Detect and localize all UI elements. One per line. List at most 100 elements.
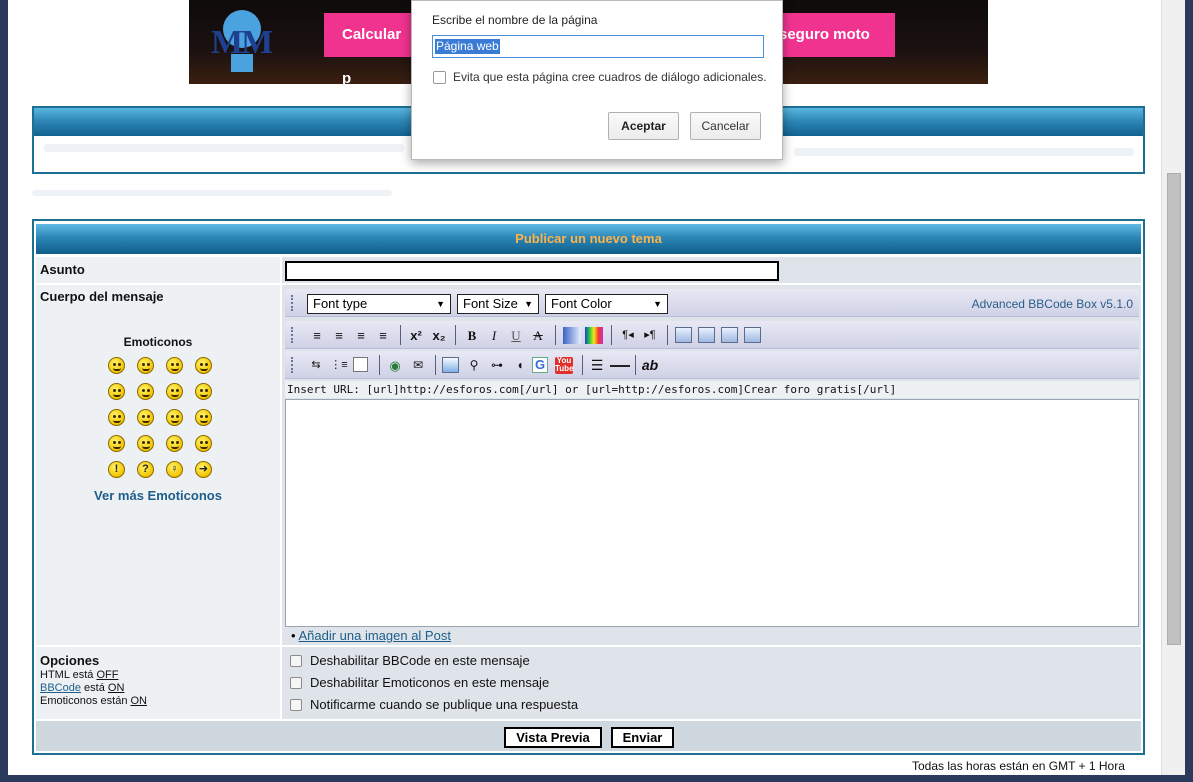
emoticon-idea-icon[interactable]: ♀ bbox=[166, 461, 183, 478]
italic-icon[interactable]: I bbox=[485, 327, 503, 344]
suppress-dialogs-checkbox[interactable] bbox=[433, 71, 446, 84]
gradient-icon[interactable] bbox=[563, 327, 581, 344]
form-title: Publicar un nuevo tema bbox=[36, 224, 1141, 254]
toolbar-grip bbox=[291, 295, 293, 311]
emoticon-arrow-icon[interactable]: ➜ bbox=[195, 461, 212, 478]
emoticon-confused-icon[interactable] bbox=[108, 383, 125, 400]
options-label-cell: Opciones HTML está OFF BBCode está ON Em… bbox=[36, 647, 280, 719]
align-right-icon[interactable]: ≡ bbox=[330, 327, 348, 344]
ltr-icon[interactable]: ¶◂ bbox=[619, 327, 637, 344]
bullet-list-icon[interactable]: ☰ bbox=[588, 357, 606, 374]
subscript-icon[interactable]: x₂ bbox=[430, 327, 448, 344]
emoticon-razz-icon[interactable] bbox=[137, 409, 154, 426]
add-image-link[interactable]: Añadir una imagen al Post bbox=[298, 628, 450, 643]
prompt-dialog: Escribe el nombre de la página Página we… bbox=[411, 0, 783, 160]
body-label: Cuerpo del mensaje bbox=[40, 289, 164, 304]
flash-icon[interactable]: ⚲ bbox=[465, 357, 483, 374]
emoticon-shock-icon[interactable] bbox=[166, 409, 183, 426]
emoticon-twisted-icon[interactable] bbox=[137, 435, 154, 452]
subject-label-cell: Asunto bbox=[36, 257, 280, 283]
align-left-icon[interactable]: ≡ bbox=[374, 327, 392, 344]
spellcheck-icon[interactable]: ab bbox=[641, 357, 659, 374]
emoticon-sad-icon[interactable] bbox=[166, 357, 183, 374]
message-textarea[interactable] bbox=[285, 399, 1139, 627]
horizontal-rule-icon[interactable] bbox=[610, 365, 630, 367]
emoticon-mad-icon[interactable] bbox=[108, 409, 125, 426]
strike-icon[interactable]: A bbox=[529, 327, 547, 344]
options-field-cell: Deshabilitar BBCode en este mensaje Desh… bbox=[282, 647, 1141, 719]
scrollbar-thumb[interactable] bbox=[1167, 173, 1181, 645]
emoticon-neutral-icon[interactable] bbox=[137, 383, 154, 400]
bbcode-status: está bbox=[80, 682, 105, 694]
web-link-icon[interactable]: ◉ bbox=[386, 357, 404, 374]
editor-toolbar-fonts: Font type ▼ Font Size ▼ Font Color ▼ Advanc… bbox=[285, 289, 1139, 317]
youtube-icon[interactable]: You Tube bbox=[555, 357, 574, 374]
email-icon[interactable]: ✉ bbox=[409, 357, 427, 374]
superscript-icon[interactable]: x² bbox=[407, 327, 425, 344]
font-color-select[interactable]: Font Color ▼ bbox=[545, 294, 668, 314]
blurred-text bbox=[32, 190, 392, 196]
emoticon-cool-icon[interactable] bbox=[166, 383, 183, 400]
toolbar-grip bbox=[291, 327, 293, 343]
submit-bar: Vista Previa Enviar bbox=[36, 721, 1141, 751]
bold-icon[interactable]: B bbox=[463, 327, 481, 344]
upload-icon[interactable] bbox=[675, 327, 692, 343]
html-status: HTML está bbox=[40, 669, 94, 681]
options-status: HTML está OFF BBCode está ON Emoticonos … bbox=[40, 669, 147, 708]
bbcode-link[interactable]: BBCode bbox=[40, 682, 81, 694]
page-name-input[interactable]: Página web bbox=[432, 35, 764, 58]
font-size-select[interactable]: Font Size ▼ bbox=[457, 294, 539, 314]
align-justify-icon[interactable]: ≡ bbox=[308, 327, 326, 344]
upload-image-icon[interactable] bbox=[721, 327, 738, 343]
audio-icon[interactable]: ◖ bbox=[511, 357, 529, 374]
table-icon[interactable] bbox=[353, 357, 368, 372]
quote-icon[interactable]: ⇆ bbox=[307, 357, 325, 374]
subject-input[interactable] bbox=[285, 261, 779, 281]
disable-emoticons-checkbox[interactable] bbox=[290, 677, 302, 689]
emoticon-wink-icon[interactable] bbox=[195, 435, 212, 452]
add-image-row: • Añadir una imagen al Post bbox=[285, 628, 1139, 644]
rtl-icon[interactable]: ▸¶ bbox=[641, 327, 659, 344]
notify-checkbox[interactable] bbox=[290, 699, 302, 711]
align-center-icon[interactable]: ≡ bbox=[352, 327, 370, 344]
emoticons-status-value: ON bbox=[130, 695, 148, 707]
emoticon-worried-icon[interactable] bbox=[195, 409, 212, 426]
new-topic-form: Publicar un nuevo tema Asunto Cuerpo del… bbox=[32, 219, 1145, 755]
image-icon[interactable] bbox=[442, 357, 459, 373]
emoticon-exclaim-icon[interactable]: ! bbox=[108, 461, 125, 478]
code-icon[interactable]: ⋮≡ bbox=[330, 357, 348, 374]
bbcode-box-version: Advanced BBCode Box v5.1.0 bbox=[971, 297, 1133, 311]
video-icon[interactable]: ⊶ bbox=[488, 357, 506, 374]
page-scrollbar[interactable] bbox=[1161, 0, 1185, 775]
browser-viewport: MM Calcular p seguro moto Publicar un nu… bbox=[8, 0, 1185, 775]
ad-cta-calculate[interactable]: Calcular p bbox=[324, 13, 414, 87]
mm-logo: MM bbox=[209, 10, 273, 72]
cancel-button[interactable]: Cancelar bbox=[690, 112, 761, 140]
preview-button[interactable]: Vista Previa bbox=[504, 727, 602, 748]
emoticon-surprised-icon[interactable] bbox=[195, 357, 212, 374]
emoticon-smile-icon[interactable] bbox=[137, 357, 154, 374]
upload-file-icon[interactable] bbox=[698, 327, 715, 343]
suppress-dialogs-label[interactable]: Evita que esta página cree cuadros de di… bbox=[453, 70, 767, 84]
blurred-text bbox=[44, 144, 404, 152]
emoticon-evil-icon[interactable] bbox=[108, 435, 125, 452]
upload-media-icon[interactable] bbox=[744, 327, 761, 343]
font-type-select[interactable]: Font type ▼ bbox=[307, 294, 451, 314]
emoticon-question-icon[interactable]: ? bbox=[137, 461, 154, 478]
emoticon-rolleyes-icon[interactable] bbox=[166, 435, 183, 452]
html-status-value: OFF bbox=[96, 669, 119, 681]
disable-bbcode-checkbox[interactable] bbox=[290, 655, 302, 667]
accept-button[interactable]: Aceptar bbox=[608, 112, 679, 140]
underline-icon[interactable]: U bbox=[507, 327, 525, 344]
blurred-text bbox=[794, 148, 1134, 156]
more-emoticons-link[interactable]: Ver más Emoticonos bbox=[36, 488, 280, 503]
emoticons-status: Emoticonos están bbox=[40, 695, 128, 707]
emoticon-laugh-icon[interactable] bbox=[195, 383, 212, 400]
subject-label: Asunto bbox=[40, 262, 85, 277]
send-button[interactable]: Enviar bbox=[611, 727, 674, 748]
rainbow-icon[interactable] bbox=[585, 327, 603, 344]
body-label-cell: Cuerpo del mensaje Emoticonos !? ♀ ➜ Ver m… bbox=[36, 285, 280, 645]
google-video-icon[interactable]: G bbox=[532, 357, 548, 373]
emoticon-grin-icon[interactable] bbox=[108, 357, 125, 374]
ad-cta-insurance[interactable]: seguro moto bbox=[779, 13, 895, 57]
